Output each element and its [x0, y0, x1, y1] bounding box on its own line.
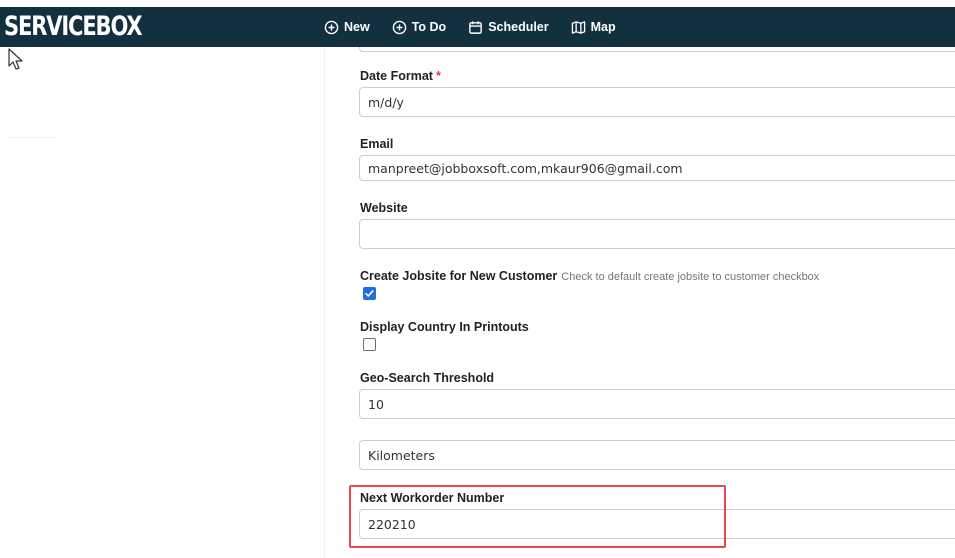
date-format-label-text: Date Format: [360, 69, 433, 83]
next-workorder-label: Next Workorder Number: [360, 491, 505, 505]
create-jobsite-label-text: Create Jobsite for New Customer: [360, 269, 558, 283]
date-format-input[interactable]: [359, 87, 955, 117]
nav-new-button[interactable]: New: [324, 20, 370, 35]
display-country-checkbox[interactable]: [363, 338, 376, 351]
display-country-label: Display Country In Printouts: [360, 320, 529, 334]
calendar-icon: [468, 20, 483, 35]
mouse-cursor-icon: [8, 48, 23, 70]
nav-scheduler-label: Scheduler: [488, 20, 549, 34]
settings-panel: [324, 47, 955, 558]
next-workorder-input[interactable]: [359, 509, 955, 539]
create-jobsite-label: Create Jobsite for New Customer Check to …: [360, 269, 819, 283]
previous-field-edge: [359, 47, 955, 52]
plus-circle-icon: [324, 20, 339, 35]
nav-new-label: New: [344, 20, 370, 34]
top-navbar: SERVICEBOX New To Do Scheduler Map: [0, 7, 955, 47]
distance-unit-select[interactable]: [359, 440, 955, 470]
nav-map-label: Map: [590, 20, 616, 34]
create-jobsite-checkbox[interactable]: [363, 287, 376, 300]
plus-circle-icon: [392, 20, 407, 35]
top-strip: [0, 0, 955, 7]
geo-search-input[interactable]: [359, 389, 955, 419]
nav-todo-label: To Do: [411, 20, 447, 34]
email-input[interactable]: [359, 155, 955, 181]
create-jobsite-hint: Check to default create jobsite to custo…: [561, 271, 820, 283]
date-format-label: Date Format *: [360, 69, 441, 83]
geo-search-label: Geo-Search Threshold: [360, 371, 495, 385]
sidebar-divider: [8, 137, 56, 138]
email-label: Email: [360, 137, 394, 151]
brand-logo[interactable]: SERVICEBOX: [4, 10, 143, 44]
website-input[interactable]: [359, 219, 955, 249]
nav-map-button[interactable]: Map: [571, 20, 616, 35]
sidebar: [0, 47, 324, 558]
nav-menu: New To Do Scheduler Map: [324, 7, 638, 47]
website-label: Website: [360, 201, 408, 215]
nav-scheduler-button[interactable]: Scheduler: [468, 20, 549, 35]
nav-todo-button[interactable]: To Do: [392, 20, 446, 35]
map-icon: [571, 20, 586, 35]
required-mark: *: [435, 69, 441, 83]
checkmark-icon: [365, 290, 374, 297]
